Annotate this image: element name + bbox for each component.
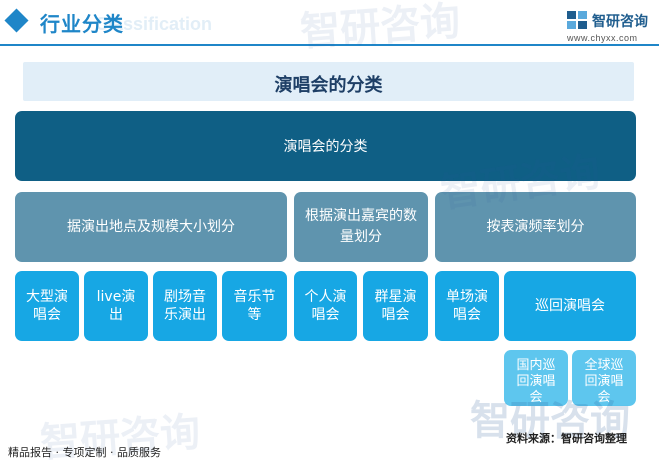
leaf-label: 群星演唱会 [374,289,417,323]
leaf-label: live演出 [96,289,136,323]
brand-name: 智研咨询 [592,14,648,30]
leaf-box-theatre: 剧场音乐演出 [153,271,217,341]
header-divider [0,44,659,46]
leaf-label: 大型演唱会 [26,289,68,323]
leaf-label: 剧场音乐演出 [164,289,206,323]
leaf-box-large-concert: 大型演唱会 [15,271,79,341]
leaf-box-single: 单场演唱会 [435,271,499,341]
leaf-box-solo: 个人演唱会 [294,271,357,341]
leaf-label: 音乐节等 [233,289,276,323]
group-box-frequency: 按表演频率划分 [435,192,636,262]
header-diamond-icon [4,8,29,33]
brand-url: www.chyxx.com [567,33,638,43]
group-label: 按表演频率划分 [486,218,585,235]
sub-leaf-label: 全球巡回演唱会 [584,358,624,405]
panel-title-bar: 演唱会的分类 [23,62,634,101]
leaf-box-all-star: 群星演唱会 [363,271,428,341]
group-label: 根据演出嘉宾的数量划分 [305,208,417,245]
sub-leaf-label: 国内巡回演唱会 [516,358,556,405]
panel-title: 演唱会的分类 [274,75,383,96]
group-box-location-scale: 据演出地点及规模大小划分 [15,192,287,262]
leaf-box-festival: 音乐节等 [222,271,287,341]
sub-leaf-box-global-tour: 全球巡回演唱会 [572,350,636,406]
group-box-guest-count: 根据演出嘉宾的数量划分 [294,192,428,262]
root-box: 演唱会的分类 [15,111,636,181]
watermark-top: 智研咨询 [298,0,462,56]
leaf-label: 巡回演唱会 [535,298,605,314]
leaf-box-tour: 巡回演唱会 [504,271,636,341]
sub-leaf-box-domestic-tour: 国内巡回演唱会 [504,350,568,406]
root-label: 演唱会的分类 [283,139,368,155]
leaf-label: 个人演唱会 [304,289,347,323]
brand-logo-icon [567,11,587,29]
group-label: 据演出地点及规模大小划分 [67,218,235,235]
header-title: 行业分类 [40,12,124,36]
leaf-box-live: live演出 [84,271,148,341]
leaf-label: 单场演唱会 [446,289,488,323]
footer-source: 资料来源：智研咨询整理 [506,432,627,445]
footer-tagline: 精品报告 · 专项定制 · 品质服务 [8,446,161,459]
